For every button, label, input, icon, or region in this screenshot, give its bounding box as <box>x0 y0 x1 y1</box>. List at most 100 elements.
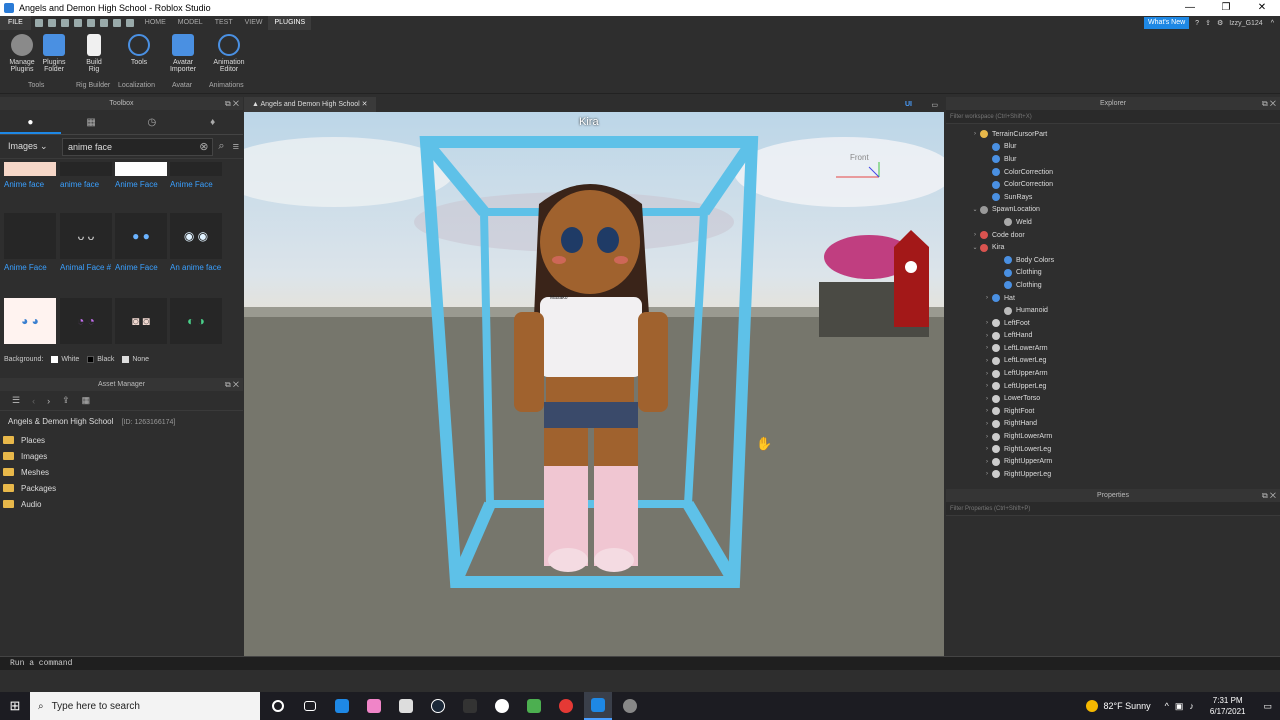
list-item[interactable]: ◔ ◔ <box>60 298 112 344</box>
expand-arrow-icon[interactable]: ⌄ <box>970 206 980 213</box>
tree-item[interactable]: Blur <box>946 141 1280 154</box>
maximize-viewport-icon[interactable]: ▭ <box>931 101 938 109</box>
ui-toggle[interactable]: UI <box>905 101 912 108</box>
tab-plugins[interactable]: PLUGINS <box>268 16 312 30</box>
undo-icon[interactable] <box>47 19 56 27</box>
maximize-button[interactable]: ❐ <box>1208 0 1244 16</box>
list-item[interactable]: Anime Face <box>4 213 56 273</box>
expand-arrow-icon[interactable]: › <box>982 396 992 402</box>
tab-view[interactable]: VIEW <box>239 16 269 30</box>
notifications-icon[interactable]: ▭ <box>1263 701 1272 712</box>
tab-model[interactable]: MODEL <box>172 16 209 30</box>
bg-option-none[interactable]: None <box>132 356 149 363</box>
bg-option-black[interactable]: Black <box>97 356 114 363</box>
collapse-ribbon-icon[interactable]: ^ <box>1271 20 1274 27</box>
username[interactable]: Izzy_G124 <box>1229 20 1262 27</box>
category-dropdown[interactable]: Images ⌄ <box>4 141 62 152</box>
app-icon-9[interactable] <box>616 692 644 720</box>
share-icon[interactable]: ⇪ <box>1205 19 1211 27</box>
show-hidden-icons-icon[interactable]: ^ <box>1165 701 1169 711</box>
network-icon[interactable]: ▣ <box>1175 701 1184 712</box>
plugins-folder-button[interactable]: Plugins Folder <box>36 34 72 73</box>
tree-item[interactable]: › LowerTorso <box>946 392 1280 405</box>
black-swatch[interactable] <box>87 356 95 363</box>
expand-arrow-icon[interactable]: › <box>982 446 992 452</box>
list-item[interactable]: ● ● Anime Face <box>115 213 167 273</box>
filter-icon[interactable]: ≡ <box>233 141 239 153</box>
search-icon[interactable]: ⌕ <box>218 140 224 153</box>
volume-icon[interactable]: ♪ <box>1189 701 1194 711</box>
build-rig-button[interactable]: Build Rig <box>76 34 112 73</box>
search-input[interactable]: anime face <box>62 137 214 156</box>
expand-arrow-icon[interactable]: › <box>982 295 992 301</box>
panel-close-icon[interactable]: ⧉ ✕ <box>1262 489 1276 502</box>
file-menu[interactable]: FILE <box>0 16 31 30</box>
none-swatch[interactable] <box>122 356 130 363</box>
expand-arrow-icon[interactable]: › <box>982 358 992 364</box>
tree-item[interactable]: › LeftLowerLeg <box>946 355 1280 368</box>
tree-item[interactable]: › RightUpperLeg <box>946 468 1280 481</box>
list-item[interactable]: ◙ ◙ <box>115 298 167 344</box>
tree-item[interactable]: ⌄ Kira <box>946 241 1280 254</box>
windows-start-icon[interactable]: ⊞ <box>0 698 30 714</box>
help-icon[interactable]: ? <box>1195 20 1199 27</box>
roblox-studio-taskbar-icon[interactable] <box>584 692 612 720</box>
tree-item[interactable]: › RightLowerArm <box>946 430 1280 443</box>
expand-arrow-icon[interactable]: › <box>982 408 992 414</box>
app-icon-3[interactable] <box>392 692 420 720</box>
tree-item[interactable]: Clothing <box>946 279 1280 292</box>
folder-meshes[interactable]: Meshes <box>0 464 243 480</box>
app-icon-6[interactable] <box>488 692 516 720</box>
clock[interactable]: 7:31 PM 6/17/2021 <box>1210 695 1246 717</box>
place-tab[interactable]: ▲ Angels and Demon High School ✕ <box>244 97 376 112</box>
animation-editor-button[interactable]: Animation Editor <box>208 34 250 73</box>
3d-viewport[interactable]: ▲ Angels and Demon High School ✕ UI ▭ Ki… <box>244 97 944 656</box>
app-icon-7[interactable] <box>520 692 548 720</box>
script-icon[interactable] <box>112 19 121 27</box>
tree-item[interactable]: Blur <box>946 153 1280 166</box>
app-icon-1[interactable] <box>328 692 356 720</box>
folder-audio[interactable]: Audio <box>0 496 243 512</box>
panel-close-icon[interactable]: ⧉ ✕ <box>225 378 239 391</box>
list-item[interactable]: anime face <box>60 162 112 190</box>
explorer-filter-input[interactable]: Filter workspace (Ctrl+Shift+X) <box>946 110 1280 124</box>
team-create-icon[interactable] <box>99 19 108 27</box>
tree-item[interactable]: › LeftHand <box>946 330 1280 343</box>
tree-item[interactable]: Body Colors <box>946 254 1280 267</box>
task-view-icon[interactable] <box>296 692 324 720</box>
expand-arrow-icon[interactable]: › <box>982 333 992 339</box>
manage-plugins-button[interactable]: Manage Plugins <box>4 34 40 73</box>
list-item[interactable]: Anime Face <box>115 162 167 190</box>
list-item[interactable]: ◐ ◑ <box>170 298 222 344</box>
list-item[interactable]: Anime Face <box>170 162 222 190</box>
list-item[interactable]: ◉ ◉ An anime face <box>170 213 222 273</box>
forward-icon[interactable]: › <box>47 396 50 406</box>
quick-access-more-icon[interactable] <box>125 19 134 27</box>
tree-item[interactable]: › LeftLowerArm <box>946 342 1280 355</box>
tab-marketplace[interactable]: ▦ <box>61 110 122 134</box>
expand-arrow-icon[interactable]: › <box>982 383 992 389</box>
settings-icon[interactable]: ⚙ <box>1217 19 1223 27</box>
white-swatch[interactable] <box>51 356 59 363</box>
new-file-icon[interactable] <box>34 19 43 27</box>
view-cube-label[interactable]: Front <box>850 153 869 162</box>
avatar-importer-button[interactable]: Avatar Importer <box>165 34 201 73</box>
command-bar-input[interactable]: Run a command <box>0 656 1280 670</box>
tab-home[interactable]: HOME <box>139 16 172 30</box>
app-icon-5[interactable] <box>456 692 484 720</box>
tree-item[interactable]: Weld <box>946 216 1280 229</box>
tree-item[interactable]: › RightLowerLeg <box>946 443 1280 456</box>
tree-item[interactable]: ColorCorrection <box>946 166 1280 179</box>
expand-arrow-icon[interactable]: › <box>982 371 992 377</box>
tree-item[interactable]: › LeftFoot <box>946 317 1280 330</box>
tree-item[interactable]: › RightUpperArm <box>946 455 1280 468</box>
tree-item[interactable]: › Hat <box>946 292 1280 305</box>
weather-text[interactable]: 82°F Sunny <box>1104 701 1151 711</box>
tree-item[interactable]: Clothing <box>946 267 1280 280</box>
tree-item[interactable]: › LeftUpperArm <box>946 367 1280 380</box>
redo-icon[interactable] <box>60 19 69 27</box>
expand-arrow-icon[interactable]: › <box>982 459 992 465</box>
bg-option-white[interactable]: White <box>61 356 79 363</box>
expand-arrow-icon[interactable]: › <box>970 232 980 238</box>
close-button[interactable]: ✕ <box>1244 0 1280 16</box>
